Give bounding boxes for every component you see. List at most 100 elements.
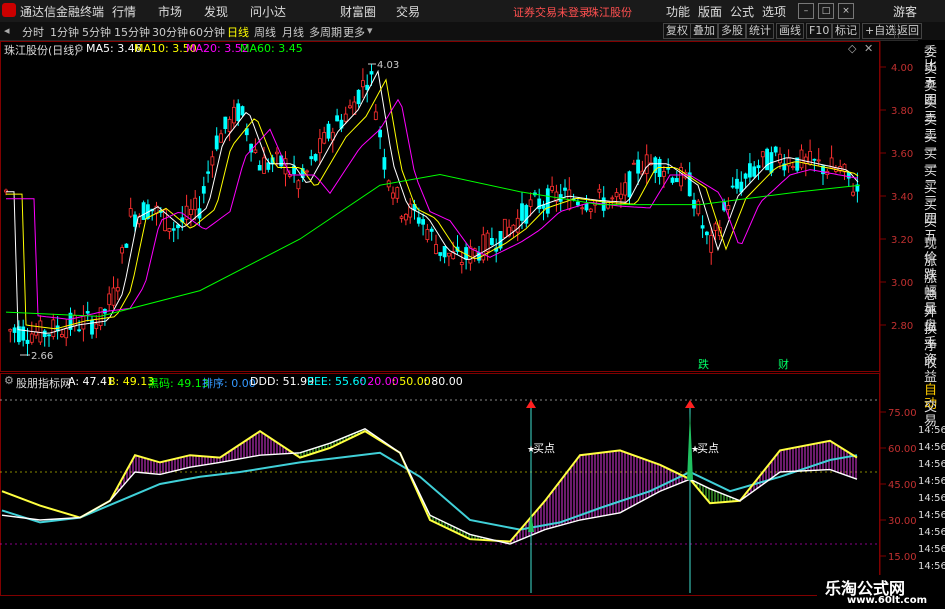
candle-body (214, 135, 219, 150)
candle-body (111, 287, 116, 306)
event-label-die[interactable]: 跌 (698, 357, 709, 371)
indicator-lines (1, 428, 858, 545)
candle-body (296, 180, 301, 190)
indicator-gear-icon[interactable]: ⚙ (4, 374, 14, 387)
candle-body (799, 149, 804, 169)
period-30min[interactable]: 30分钟 (152, 24, 188, 40)
candle-body (395, 187, 400, 199)
chevron-down-icon[interactable]: ▾ (367, 24, 373, 37)
collapse-icon[interactable]: ◂ (4, 24, 10, 37)
chart-area[interactable]: 4.00 3.80 3.60 3.40 3.20 3.00 2.80 4.03 2.66 跌… (0, 40, 917, 597)
tick-time: 14:56 (918, 493, 945, 504)
candle-body (502, 218, 507, 238)
star-icon: ★ (691, 445, 699, 455)
period-60min[interactable]: 60分钟 (189, 24, 225, 40)
x-tick-label: 2024年 (4, 596, 39, 597)
candle-body (124, 243, 129, 248)
f10-button[interactable]: F10 (806, 23, 833, 39)
candle-body (550, 185, 554, 191)
guest-label[interactable]: 游客 (893, 3, 917, 20)
candle-body (773, 146, 778, 153)
menu-caifuquan[interactable]: 财富圈 (340, 3, 376, 20)
period-daily[interactable]: 日线 (227, 24, 249, 40)
candle-body (696, 200, 701, 215)
candle-body (60, 334, 64, 338)
candle-body (236, 103, 241, 122)
expand-icon[interactable]: ◇ (848, 42, 856, 55)
candle-body (851, 191, 855, 196)
menu-gongneng[interactable]: 功能 (666, 3, 690, 20)
candle-body (760, 151, 765, 158)
menu-wenxiaoda[interactable]: 问小达 (250, 3, 286, 20)
candle-body (748, 163, 752, 178)
price-tick-label: 3.00 (891, 278, 913, 289)
settings-gear-icon[interactable]: ⚙ (74, 42, 84, 55)
menu-xuanxiang[interactable]: 选项 (762, 3, 786, 20)
candle-body (171, 228, 176, 231)
app-title: 通达信金融终端 (20, 5, 105, 19)
candle-body (240, 106, 245, 116)
login-warning[interactable]: 证券交易未登录 (513, 4, 590, 20)
quote-side-panel: 委比 卖五 卖四 卖三 卖二 卖一 买一 买二 买三 买四 买五 现价 涨跌 涨… (918, 40, 945, 597)
candle-body (77, 329, 81, 332)
side-item[interactable]: 收益 (918, 357, 943, 385)
diejia-button[interactable]: 叠加 (690, 23, 718, 39)
duogu-button[interactable]: 多股 (718, 23, 746, 39)
back-button[interactable]: 返回 (894, 23, 922, 39)
biaoji-button[interactable]: 标记 (832, 23, 860, 39)
huaxian-button[interactable]: 画线 (776, 23, 804, 39)
candle-body (429, 228, 434, 232)
candle-body (369, 71, 374, 75)
period-multi[interactable]: 多周期 (309, 24, 342, 40)
candle-body (816, 159, 821, 162)
candle-body (403, 213, 408, 221)
menu-shichang[interactable]: 市场 (158, 3, 182, 20)
indicator-name[interactable]: 股朋指标网 (16, 375, 71, 391)
main-chart-frame (0, 41, 880, 372)
candle-body (133, 214, 137, 227)
menu-gongshi[interactable]: 公式 (730, 3, 754, 20)
menu-faxian[interactable]: 发现 (204, 3, 228, 20)
period-weekly[interactable]: 周线 (254, 24, 276, 40)
candle-body (584, 203, 589, 211)
candle-body (120, 247, 124, 254)
panel-close-icon[interactable]: ✕ (864, 42, 873, 55)
candle-body (812, 158, 817, 161)
minimize-button[interactable]: – (798, 3, 814, 19)
candle-body (597, 188, 602, 193)
period-fenshi[interactable]: 分时 (22, 24, 44, 40)
menu-banmian[interactable]: 版面 (698, 3, 722, 20)
candle-body (47, 334, 51, 337)
tongji-button[interactable]: 统计 (746, 23, 774, 39)
indicator-tick-label: 75.00 (888, 408, 917, 419)
candle-body (309, 156, 314, 160)
period-1min[interactable]: 1分钟 (50, 24, 79, 40)
period-monthly[interactable]: 月线 (282, 24, 304, 40)
menu-jiaoyi[interactable]: 交易 (396, 3, 420, 20)
candle-body (619, 193, 623, 200)
close-button[interactable]: × (838, 3, 854, 19)
moving-average-lines (5, 69, 861, 334)
period-more[interactable]: 更多 (343, 24, 365, 40)
candle-body (662, 171, 666, 177)
period-15min[interactable]: 15分钟 (114, 24, 150, 40)
candle-body (636, 159, 640, 174)
candle-body (644, 154, 649, 174)
menu-hangqing[interactable]: 行情 (112, 3, 136, 20)
buy-signal-1[interactable]: 买点 ★ (526, 400, 555, 593)
ind-value-paixu: 排序: 0.00 (202, 377, 256, 390)
maximize-button[interactable]: □ (818, 3, 834, 19)
candle-body (317, 138, 322, 154)
period-5min[interactable]: 5分钟 (82, 24, 111, 40)
candle-body (528, 199, 533, 207)
chart-stock-title[interactable]: 珠江股份(日线) (4, 42, 79, 58)
ind-value-ddd: DDD: 51.99 (250, 375, 315, 388)
candle-body (726, 205, 731, 210)
buy-signal-2[interactable]: 买点 ★ (685, 400, 719, 593)
event-label-cai[interactable]: 财 (778, 357, 789, 371)
candle-body (335, 115, 340, 122)
candle-body (201, 186, 206, 194)
fuquan-button[interactable]: 复权 (663, 23, 691, 39)
candle-body (25, 339, 30, 344)
candle-body (563, 187, 567, 191)
